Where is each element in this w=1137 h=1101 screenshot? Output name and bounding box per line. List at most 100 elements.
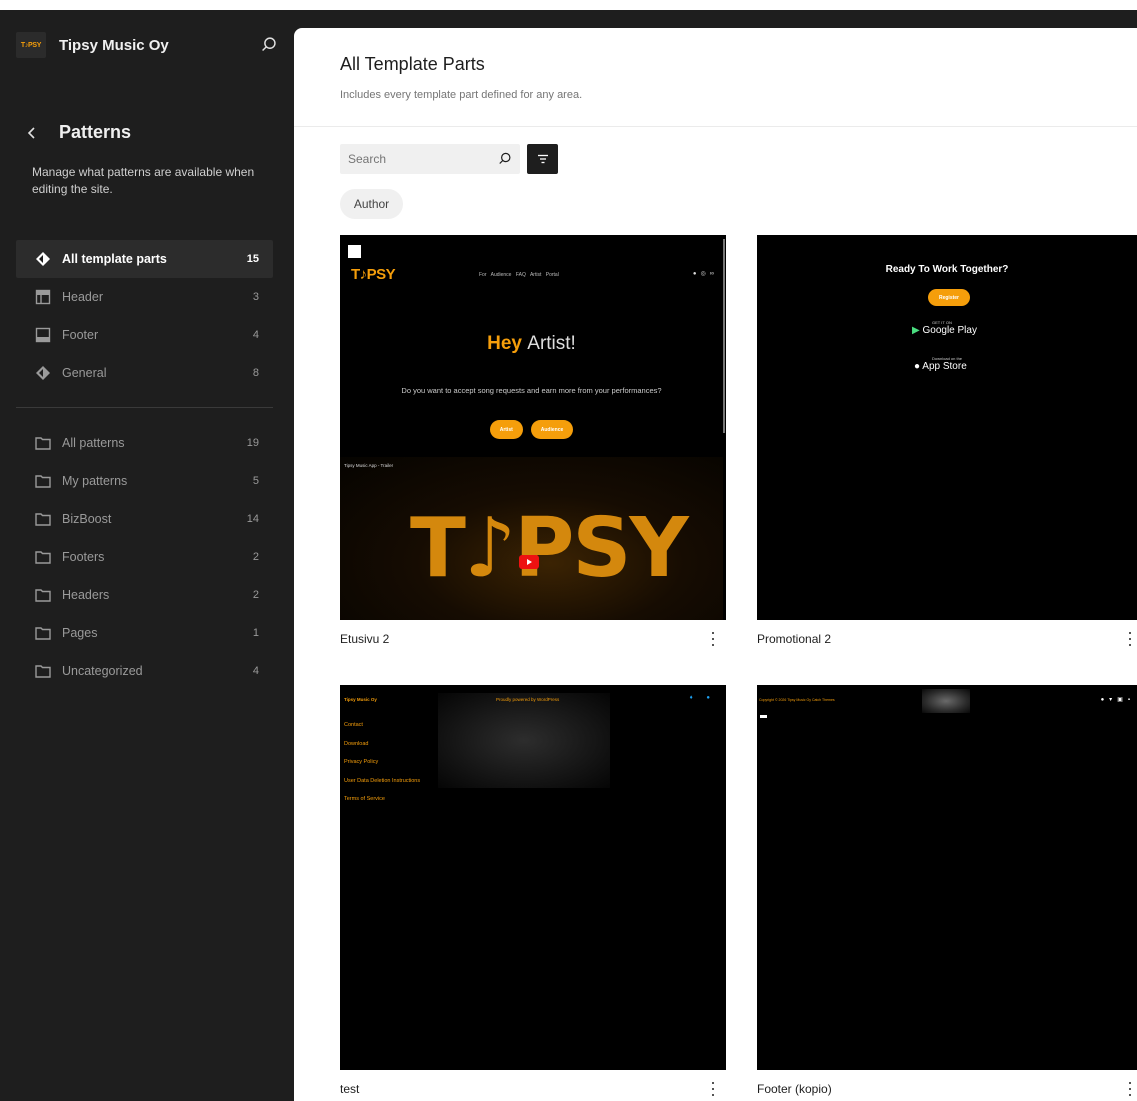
nav-item-all-template-parts[interactable]: All template parts 15: [16, 240, 273, 278]
header-icon: [34, 288, 52, 306]
preview-powered: Proudly powered by WordPress: [496, 697, 560, 702]
more-options-icon[interactable]: [1125, 630, 1135, 648]
nav-item-uncategorized[interactable]: Uncategorized 4: [16, 652, 273, 690]
preview-social-icons: ♦ ●: [689, 695, 716, 701]
preview-scrollbar: [723, 239, 725, 433]
folder-icon: [34, 548, 52, 566]
nav-label: All template parts: [62, 252, 167, 266]
nav-item-header[interactable]: Header 3: [16, 278, 273, 316]
search-icon[interactable]: [496, 150, 514, 168]
folder-icon: [34, 472, 52, 490]
page-description: Includes every template part defined for…: [340, 89, 583, 101]
nav-item-footers[interactable]: Footers 2: [16, 538, 273, 576]
preview-artist-button: Artist: [489, 420, 523, 439]
heading-part-a: Hey: [487, 333, 522, 354]
pattern-preview[interactable]: Ready To Work Together? Register GET IT …: [757, 235, 1137, 620]
nav-count: 8: [252, 367, 259, 379]
panel-description: Manage what patterns are available when …: [32, 165, 255, 196]
card-title: Etusivu 2: [340, 632, 390, 646]
site-logo[interactable]: T♪PSY: [16, 32, 46, 58]
nav-label: General: [62, 366, 107, 380]
footer-icon: [34, 326, 52, 344]
search-icon[interactable]: [258, 34, 280, 56]
nav-count: 3: [252, 291, 259, 303]
preview-heading: Hey Artist!: [340, 333, 723, 355]
back-chevron-icon[interactable]: [24, 124, 40, 142]
nav-divider: [16, 407, 273, 408]
nav-item-footer[interactable]: Footer 4: [16, 316, 273, 354]
nav-item-all-patterns[interactable]: All patterns 19: [16, 424, 273, 462]
nav-item-headers[interactable]: Headers 2: [16, 576, 273, 614]
preview-links: Contact Download Privacy Policy User Dat…: [344, 716, 420, 809]
card-title: test: [340, 1082, 360, 1096]
nav-label: BizBoost: [62, 512, 112, 526]
nav-count: 2: [252, 589, 259, 601]
video-title: Tipsy Music App - Trailer: [344, 463, 394, 468]
nav-label: All patterns: [62, 436, 125, 450]
top-strip: [0, 0, 1137, 10]
nav-count: 2: [252, 551, 259, 563]
more-options-icon[interactable]: [1125, 1080, 1135, 1098]
folder-icon: [34, 662, 52, 680]
main-header: All Template Parts Includes every templa…: [294, 28, 1137, 127]
search-input[interactable]: [340, 144, 480, 174]
preview-heading: Ready To Work Together?: [885, 264, 1009, 275]
pattern-card-etusivu-2[interactable]: T♪PSY For Audience FAQ Artist Portal ●◎∞…: [340, 235, 726, 655]
video-logo: T♪PSY: [410, 501, 689, 596]
sidebar: T♪PSY Tipsy Music Oy Patterns Manage wha…: [10, 10, 294, 1101]
google-play-badge: GET IT ON ▶ Google Play: [912, 320, 977, 336]
filter-button[interactable]: [527, 144, 558, 174]
nav-label: Headers: [62, 588, 110, 602]
pattern-preview[interactable]: T♪PSY For Audience FAQ Artist Portal ●◎∞…: [340, 235, 726, 620]
preview-video: Tipsy Music App - Trailer T♪PSY: [340, 457, 723, 620]
nav-count: 1: [252, 627, 259, 639]
page-title: All Template Parts: [340, 54, 485, 74]
template-parts-nav: All template parts 15 Header 3 Footer 4: [16, 240, 273, 392]
google-play-icon: ▶: [912, 325, 920, 336]
patterns-nav: All patterns 19 My patterns 5 BizBoost 1…: [16, 424, 273, 690]
nav-item-pages[interactable]: Pages 1: [16, 614, 273, 652]
app-store-badge: Download on the ● App Store: [914, 356, 967, 372]
nav-label: My patterns: [62, 474, 128, 488]
heading-part-b: Artist!: [527, 333, 576, 354]
preview-audience-button: Audience: [530, 420, 574, 439]
folder-icon: [34, 586, 52, 604]
pattern-preview[interactable]: Copyright © 2026 Tipsy Music Oy Catch Th…: [757, 685, 1137, 1070]
apple-icon: ●: [914, 361, 921, 372]
diamond-icon: [34, 364, 52, 382]
youtube-play-icon: [519, 555, 539, 569]
screen: T♪PSY Tipsy Music Oy Patterns Manage wha…: [0, 0, 1137, 1101]
card-title: Promotional 2: [757, 632, 832, 646]
preview-link: Contact: [344, 722, 363, 728]
more-options-icon[interactable]: [708, 630, 718, 648]
nav-item-my-patterns[interactable]: My patterns 5: [16, 462, 273, 500]
preview-nav: For Audience FAQ Artist Portal: [479, 272, 559, 278]
folder-icon: [34, 510, 52, 528]
site-name[interactable]: Tipsy Music Oy: [59, 37, 169, 54]
preview-link: User Data Deletion Instructions: [344, 777, 421, 784]
nav-item-bizboost[interactable]: BizBoost 14: [16, 500, 273, 538]
diamond-icon: [34, 250, 52, 268]
preview-menu-bar: [760, 715, 767, 718]
preview-photo: [438, 693, 610, 788]
preview-register-button: Register: [928, 289, 970, 306]
nav-count: 5: [252, 475, 259, 487]
preview-text: Do you want to accept song requests and …: [401, 386, 662, 395]
panel-title: Patterns: [59, 122, 132, 142]
nav-label: Footer: [62, 328, 99, 342]
pattern-card-footer-kopio[interactable]: Copyright © 2026 Tipsy Music Oy Catch Th…: [757, 685, 1137, 1101]
preview-logo: T♪PSY: [351, 266, 396, 283]
nav-label: Header: [62, 290, 103, 304]
preview-brand: Tipsy Music Oy: [344, 697, 377, 702]
preview-link: Privacy Policy: [344, 759, 379, 765]
nav-count: 14: [246, 513, 259, 525]
pattern-card-test[interactable]: Tipsy Music Oy Proudly powered by WordPr…: [340, 685, 726, 1101]
author-filter-chip[interactable]: Author: [340, 189, 403, 219]
preview-photo: [922, 689, 970, 713]
filter-icon: [537, 154, 548, 164]
nav-item-general[interactable]: General 8: [16, 354, 273, 392]
preview-link: Terms of Service: [344, 796, 385, 802]
more-options-icon[interactable]: [708, 1080, 718, 1098]
pattern-card-promotional-2[interactable]: Ready To Work Together? Register GET IT …: [757, 235, 1137, 655]
pattern-preview[interactable]: Tipsy Music Oy Proudly powered by WordPr…: [340, 685, 726, 1070]
